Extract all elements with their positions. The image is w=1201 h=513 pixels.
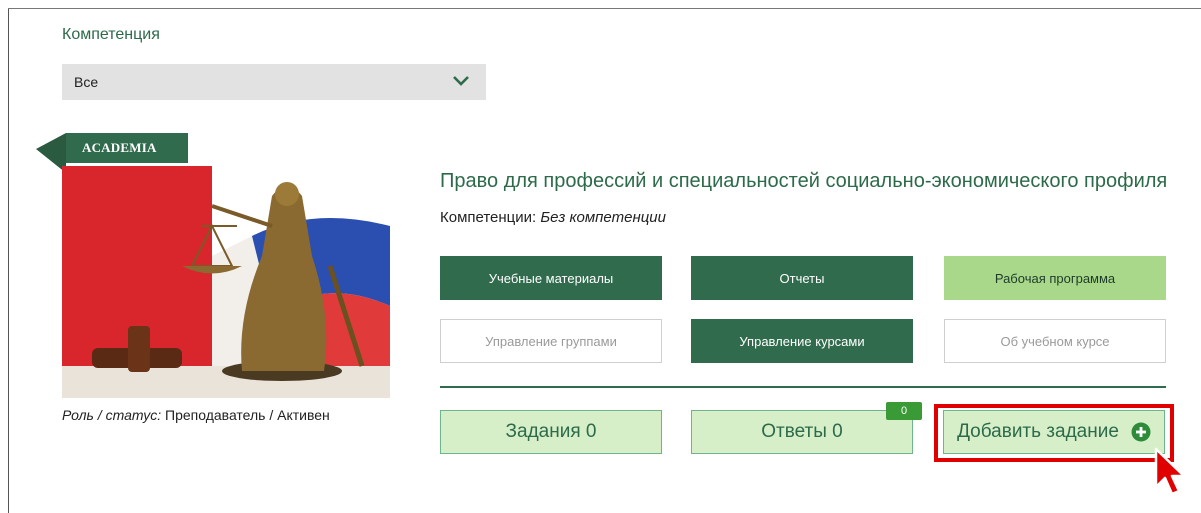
competence-select[interactable]: Все bbox=[62, 64, 486, 100]
about-course-button[interactable]: Об учебном курсе bbox=[944, 319, 1166, 363]
add-task-highlight-box bbox=[934, 404, 1174, 462]
course-competence: Компетенции: Без компетенции bbox=[440, 209, 666, 226]
frame-border-top bbox=[8, 8, 1201, 9]
course-title[interactable]: Право для профессий и специальностей соц… bbox=[440, 170, 1167, 193]
section-divider bbox=[440, 386, 1166, 388]
manage-groups-button[interactable]: Управление группами bbox=[440, 319, 662, 363]
course-image[interactable] bbox=[62, 166, 390, 398]
role-status: Роль / статус: Преподаватель / Активен bbox=[62, 407, 330, 423]
study-materials-button[interactable]: Учебные материалы bbox=[440, 256, 662, 300]
mouse-cursor-icon bbox=[1154, 447, 1186, 496]
frame-border-left bbox=[8, 8, 9, 513]
chevron-down-icon bbox=[453, 76, 469, 86]
work-program-button[interactable]: Рабочая программа bbox=[944, 256, 1166, 300]
competence-select-value: Все bbox=[74, 74, 99, 90]
manage-courses-button[interactable]: Управление курсами bbox=[691, 319, 913, 363]
answers-count-badge: 0 bbox=[886, 402, 922, 420]
competence-value: Без компетенции bbox=[540, 209, 666, 226]
reports-button[interactable]: Отчеты bbox=[691, 256, 913, 300]
competence-filter-label: Компетенция bbox=[62, 26, 160, 43]
answers-button[interactable]: Ответы 0 bbox=[691, 410, 913, 454]
academia-ribbon: ACADEMIA bbox=[36, 133, 188, 173]
role-status-value: Преподаватель / Активен bbox=[165, 407, 330, 423]
competence-label: Компетенции: bbox=[440, 209, 537, 226]
role-status-label: Роль / статус: bbox=[62, 407, 162, 423]
academia-ribbon-label: ACADEMIA bbox=[82, 140, 157, 155]
tasks-button[interactable]: Задания 0 bbox=[440, 410, 662, 454]
